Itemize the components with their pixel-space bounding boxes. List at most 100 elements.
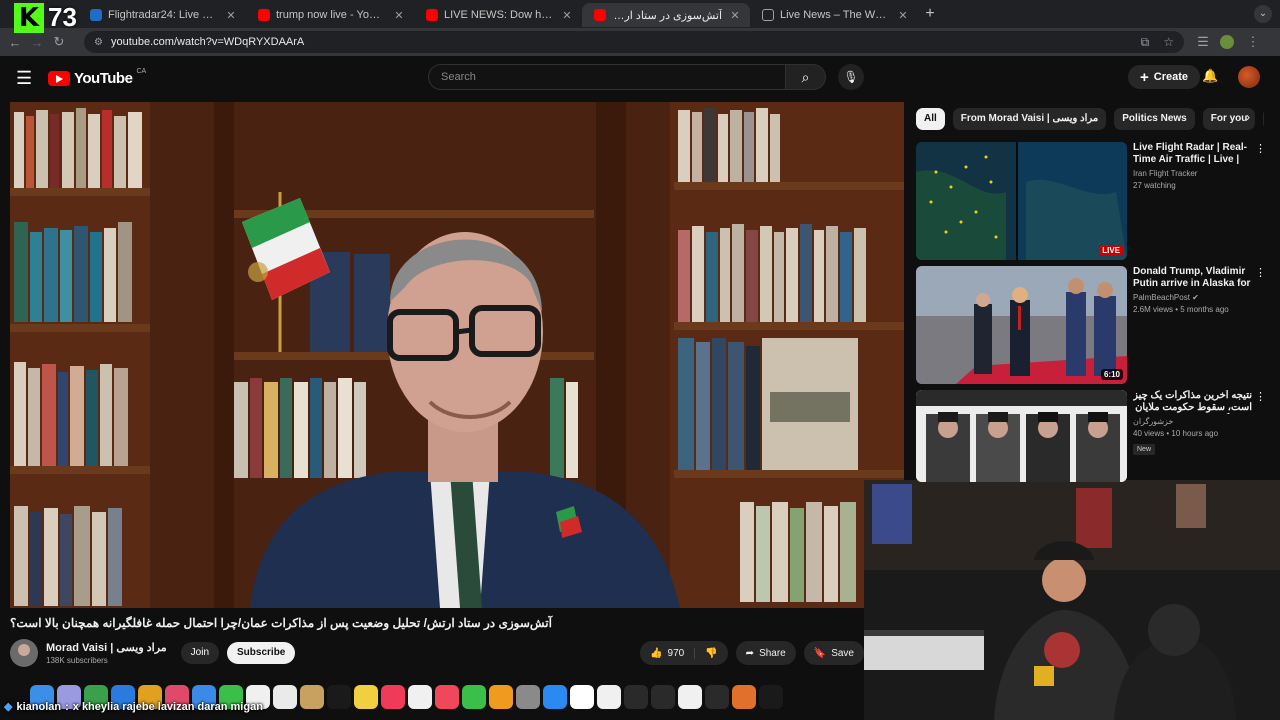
epic-games-icon[interactable]: [759, 685, 783, 709]
video-player[interactable]: [10, 102, 904, 608]
channel-avatar[interactable]: [10, 639, 38, 667]
tab-live-news-dow[interactable]: LIVE NEWS: Dow hits record ✕: [414, 3, 582, 27]
trump-putin-thumbnail: [916, 266, 1127, 384]
cast-icon[interactable]: ⧉: [1141, 35, 1150, 50]
account-avatar[interactable]: [1238, 66, 1260, 88]
forward-icon[interactable]: →: [26, 35, 48, 50]
duration-badge: 6:10: [1100, 369, 1123, 380]
notifications-bell-icon[interactable]: 🔔: [1202, 68, 1218, 84]
profile-icon[interactable]: [1220, 35, 1234, 49]
recommendation-meta: 27 watching: [1133, 181, 1176, 190]
settings-icon[interactable]: [516, 685, 540, 709]
tab-search-dropdown[interactable]: ⌄: [1254, 5, 1272, 23]
tab-white-house[interactable]: Live News – The White House ✕: [750, 3, 918, 27]
create-button[interactable]: + Create: [1128, 65, 1201, 89]
recommendation-meta: 40 views • 10 hours ago: [1133, 429, 1219, 438]
voice-search-button[interactable]: 🎙: [838, 64, 864, 90]
close-icon[interactable]: ✕: [896, 9, 910, 22]
subscribe-button[interactable]: Subscribe: [227, 642, 296, 664]
close-icon[interactable]: ✕: [224, 9, 238, 22]
news-icon[interactable]: [435, 685, 459, 709]
music-icon[interactable]: [381, 685, 405, 709]
recommendation-channel[interactable]: PalmBeachPost ✔: [1133, 293, 1266, 302]
notion-icon[interactable]: [570, 685, 594, 709]
final-cut-icon[interactable]: [732, 685, 756, 709]
app-store-icon[interactable]: [543, 685, 567, 709]
youtube-logo[interactable]: YouTube CA: [48, 68, 146, 87]
recommendation-title[interactable]: نتیجه آخرین مذاکرات یک چیز است، سقوط حکو…: [1133, 390, 1266, 414]
perplexity-icon[interactable]: [651, 685, 675, 709]
freeform-icon[interactable]: [273, 685, 297, 709]
search-input[interactable]: Search: [428, 64, 786, 90]
reload-icon[interactable]: ↻: [48, 34, 70, 50]
youtube-icon: [258, 9, 270, 21]
unity-icon[interactable]: [678, 685, 702, 709]
bookmark-star-icon[interactable]: ☆: [1163, 35, 1174, 49]
tab-trump-now-live[interactable]: trump now live - YouTube ✕: [246, 3, 414, 27]
create-label: Create: [1153, 71, 1189, 83]
recommendation-title[interactable]: Live Flight Radar | Real-Time Air Traffi…: [1133, 142, 1266, 166]
save-button[interactable]: 🔖 Save: [803, 641, 864, 665]
obs-icon[interactable]: [705, 685, 729, 709]
pages-icon[interactable]: [489, 685, 513, 709]
tab-flightradar[interactable]: Flightradar24: Live Flight Tra... ✕: [78, 3, 246, 27]
save-label: Save: [831, 647, 854, 659]
recommendation-info: Live Flight Radar | Real-Time Air Traffi…: [1133, 142, 1266, 260]
back-icon[interactable]: ←: [4, 35, 26, 50]
stream-chat-message: ◆ kianolan : x kheylia rajebe lavizan da…: [4, 700, 263, 714]
recommendation-title[interactable]: Donald Trump, Vladimir Putin arrive in A…: [1133, 266, 1266, 290]
recommendation-item[interactable]: LIVE Live Flight Radar | Real-Time Air T…: [916, 142, 1266, 260]
calendar-31-icon[interactable]: [597, 685, 621, 709]
calendar-date-icon[interactable]: [408, 685, 432, 709]
stickies-icon[interactable]: [354, 685, 378, 709]
chip-from-channel[interactable]: From Morad Vaisi | مراد ویسی: [952, 108, 1107, 130]
tab-title: آتش‌سوزی در ستاد ارتش/ تحلیل: [612, 9, 722, 22]
channel-name[interactable]: Morad Vaisi | مراد ویسی: [46, 641, 167, 654]
more-options-icon[interactable]: ⋮: [1255, 142, 1266, 155]
new-tab-button[interactable]: +: [918, 5, 942, 23]
menu-icon[interactable]: ⋮: [1242, 34, 1264, 50]
close-icon[interactable]: ✕: [728, 9, 742, 22]
like-count: 970: [667, 647, 685, 659]
notes-icon[interactable]: [300, 685, 324, 709]
chip-all[interactable]: All: [916, 108, 945, 130]
live-badge: LIVE: [1099, 245, 1123, 256]
more-options-icon[interactable]: ⋮: [1255, 390, 1266, 403]
more-options-icon[interactable]: ⋮: [1255, 266, 1266, 279]
recommendation-channel[interactable]: Iran Flight Tracker: [1133, 169, 1266, 178]
viewer-count: 73: [48, 2, 77, 32]
dislike-button[interactable]: 👎: [695, 648, 727, 659]
site-info-icon[interactable]: ⚙: [94, 37, 103, 48]
apple-tv-icon[interactable]: [327, 685, 351, 709]
video-actions: 👍 970 👎 ➦ Share 🔖 Save: [640, 641, 864, 665]
channel-name: PalmBeachPost: [1133, 293, 1190, 302]
video-thumbnail[interactable]: LIVE: [916, 142, 1127, 260]
perplexity-icon[interactable]: [624, 685, 648, 709]
url-text: youtube.com/watch?v=WDqRYXDAArA: [110, 36, 305, 48]
search-button[interactable]: ⌕: [786, 64, 826, 90]
join-button[interactable]: Join: [180, 642, 220, 664]
extensions-icon[interactable]: ☰: [1192, 34, 1214, 50]
close-icon[interactable]: ✕: [560, 9, 574, 22]
chip-politics-news[interactable]: Politics News: [1114, 108, 1195, 130]
video-thumbnail[interactable]: 6:10: [916, 266, 1127, 384]
stream-viewer-overlay: K 73: [14, 2, 77, 33]
recommendation-item[interactable]: 6:10 Donald Trump, Vladimir Putin arrive…: [916, 266, 1266, 384]
hamburger-menu-icon[interactable]: ☰: [16, 68, 32, 89]
chevron-right-icon[interactable]: ›: [1246, 110, 1250, 124]
kick-logo: K: [14, 2, 44, 33]
flight-map-thumbnail: [916, 142, 1127, 260]
verified-icon: ✔: [1192, 293, 1199, 302]
video-thumbnail[interactable]: [916, 390, 1127, 482]
like-button[interactable]: 👍 970: [640, 647, 696, 659]
close-icon[interactable]: ✕: [392, 9, 406, 22]
recommendation-channel[interactable]: خزشورگران: [1133, 417, 1266, 426]
share-button[interactable]: ➦ Share: [735, 641, 796, 665]
tab-active-video[interactable]: آتش‌سوزی در ستاد ارتش/ تحلیل ✕: [582, 3, 750, 27]
url-field[interactable]: ⚙ youtube.com/watch?v=WDqRYXDAArA ⧉ ☆: [84, 31, 1184, 53]
recommendation-item[interactable]: نتیجه آخرین مذاکرات یک چیز است، سقوط حکو…: [916, 390, 1266, 482]
radar-icon: [90, 9, 102, 21]
like-dislike-group: 👍 970 👎: [640, 641, 728, 665]
chip-recently-uploaded[interactable]: Re: [1263, 108, 1264, 130]
numbers-icon[interactable]: [462, 685, 486, 709]
